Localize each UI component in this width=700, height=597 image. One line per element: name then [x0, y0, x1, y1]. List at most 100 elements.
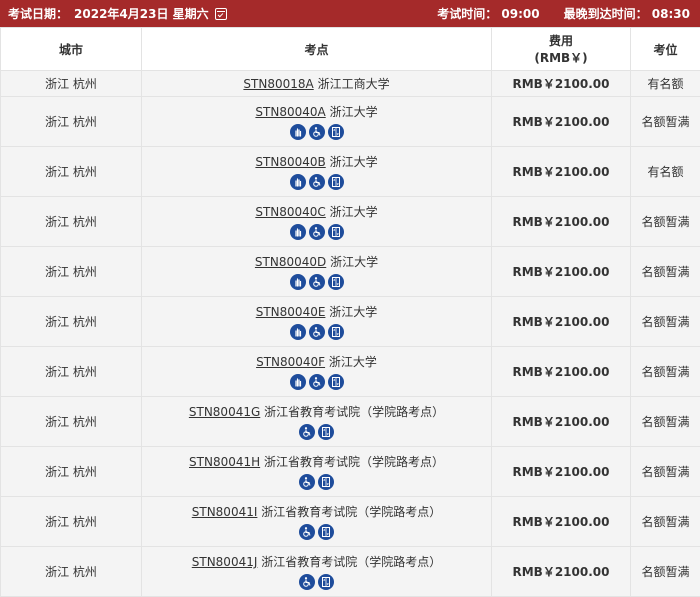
table-row: 浙江 杭州 STN80040E 浙江大学 RMB￥2100.00 名额暂满 [0, 296, 700, 347]
hand-icon[interactable] [289, 274, 306, 290]
wheelchair-icon[interactable] [299, 474, 315, 490]
exam-date-label: 考试日期： [8, 7, 69, 21]
elevator-icon[interactable] [327, 174, 344, 190]
table-row: 浙江 杭州 STN80040C 浙江大学 RMB￥2100.00 名额暂满 [0, 196, 700, 247]
wheelchair-icon[interactable] [308, 124, 325, 140]
facility-icons [142, 274, 491, 290]
fee-header-line2: (RMB￥) [534, 51, 588, 65]
seat-status: 名额暂满 [630, 446, 700, 497]
center-code-link[interactable]: STN80041G [189, 405, 260, 419]
center-code-link[interactable]: STN80040E [256, 305, 326, 319]
city-cell: 浙江 杭州 [0, 296, 142, 347]
center-cell: STN80040B 浙江大学 [141, 146, 492, 197]
center-code-link[interactable]: STN80040B [255, 155, 325, 169]
latest-arrival-label: 最晚到达时间： [563, 7, 648, 21]
elevator-icon[interactable] [318, 424, 334, 440]
fee-cell: RMB￥2100.00 [491, 296, 631, 347]
fee-cell: RMB￥2100.00 [491, 496, 631, 547]
seat-status: 有名额 [630, 146, 700, 197]
center-code-link[interactable]: STN80041H [189, 455, 260, 469]
exam-time-group: 考试时间： 09:00 最晚到达时间： 08:30 [437, 5, 690, 22]
center-code-link[interactable]: STN80040A [255, 105, 325, 119]
facility-icons [142, 374, 491, 390]
wheelchair-icon[interactable] [308, 374, 325, 390]
elevator-icon[interactable] [327, 374, 344, 390]
facility-icons [142, 224, 491, 240]
hand-icon[interactable] [289, 224, 306, 240]
elevator-icon[interactable] [327, 324, 344, 340]
table-row: 浙江 杭州 STN80041I 浙江省教育考试院（学院路考点） RMB￥2100.0… [0, 496, 700, 547]
latest-arrival-item: 最晚到达时间： 08:30 [564, 5, 690, 22]
seat-status: 名额暂满 [630, 196, 700, 247]
center-name: 浙江省教育考试院（学院路考点） [261, 555, 442, 569]
center-code-link[interactable]: STN80040F [256, 355, 325, 369]
exam-date-group: 考试日期： 2022年4月23日 星期六 [8, 5, 227, 22]
column-header-seats: 考位 [630, 27, 700, 71]
center-cell: STN80041H 浙江省教育考试院（学院路考点） [141, 446, 492, 497]
wheelchair-icon[interactable] [308, 274, 325, 290]
center-cell: STN80040A 浙江大学 [141, 96, 492, 147]
city-cell: 浙江 杭州 [0, 396, 142, 447]
wheelchair-icon[interactable] [299, 524, 315, 540]
elevator-icon[interactable] [318, 474, 334, 490]
fee-cell: RMB￥2100.00 [491, 446, 631, 497]
center-code-link[interactable]: STN80041J [192, 555, 258, 569]
wheelchair-icon[interactable] [308, 174, 325, 190]
wheelchair-icon[interactable] [308, 324, 325, 340]
facility-icons [142, 524, 491, 540]
elevator-icon[interactable] [318, 524, 334, 540]
wheelchair-icon[interactable] [308, 224, 325, 240]
city-cell: 浙江 杭州 [0, 146, 142, 197]
seat-status: 有名额 [630, 70, 700, 97]
center-cell: STN80040D 浙江大学 [141, 246, 492, 297]
seat-status: 名额暂满 [630, 96, 700, 147]
fee-cell: RMB￥2100.00 [491, 246, 631, 297]
fee-cell: RMB￥2100.00 [491, 196, 631, 247]
hand-icon[interactable] [289, 174, 306, 190]
column-header-fee: 费用 (RMB￥) [491, 27, 631, 71]
table-row: 浙江 杭州 STN80040D 浙江大学 RMB￥2100.00 名额暂满 [0, 246, 700, 297]
city-cell: 浙江 杭州 [0, 70, 142, 97]
center-code-link[interactable]: STN80041I [192, 505, 258, 519]
hand-icon[interactable] [289, 324, 306, 340]
table-row: 浙江 杭州 STN80040F 浙江大学 RMB￥2100.00 名额暂满 [0, 346, 700, 397]
center-name: 浙江省教育考试院（学院路考点） [261, 505, 442, 519]
table-header-row: 城市 考点 费用 (RMB￥) 考位 [0, 27, 700, 71]
exam-time: 09:00 [501, 7, 540, 21]
center-code-link[interactable]: STN80040D [255, 255, 326, 269]
center-cell: STN80041I 浙江省教育考试院（学院路考点） [141, 496, 492, 547]
test-center-table: 城市 考点 费用 (RMB￥) 考位 浙江 杭州 STN80018A 浙江工商大学… [0, 27, 700, 597]
exam-info-bar: 考试日期： 2022年4月23日 星期六 考试时间： 09:00 最晚到达时间：… [0, 0, 700, 27]
center-name: 浙江大学 [329, 105, 378, 119]
column-header-city: 城市 [0, 27, 142, 71]
facility-icons [142, 424, 491, 440]
elevator-icon[interactable] [327, 274, 344, 290]
wheelchair-icon[interactable] [299, 424, 315, 440]
elevator-icon[interactable] [327, 224, 344, 240]
calendar-icon[interactable] [214, 7, 227, 20]
wheelchair-icon[interactable] [299, 574, 315, 590]
center-name: 浙江大学 [330, 255, 379, 269]
fee-cell: RMB￥2100.00 [491, 546, 631, 597]
hand-icon[interactable] [289, 124, 306, 140]
table-row: 浙江 杭州 STN80041H 浙江省教育考试院（学院路考点） RMB￥2100.0… [0, 446, 700, 497]
seat-status: 名额暂满 [630, 296, 700, 347]
city-cell: 浙江 杭州 [0, 446, 142, 497]
hand-icon[interactable] [289, 374, 306, 390]
center-cell: STN80041G 浙江省教育考试院（学院路考点） [141, 396, 492, 447]
center-name: 浙江工商大学 [317, 77, 390, 91]
elevator-icon[interactable] [318, 574, 334, 590]
center-cell: STN80040F 浙江大学 [141, 346, 492, 397]
exam-date: 2022年4月23日 星期六 [74, 7, 209, 21]
center-name: 浙江大学 [329, 155, 378, 169]
center-name: 浙江省教育考试院（学院路考点） [264, 405, 445, 419]
seat-status: 名额暂满 [630, 496, 700, 547]
center-name: 浙江省教育考试院（学院路考点） [263, 455, 444, 469]
elevator-icon[interactable] [327, 124, 344, 140]
center-code-link[interactable]: STN80018A [243, 77, 313, 91]
center-code-link[interactable]: STN80040C [255, 205, 325, 219]
center-name: 浙江大学 [328, 355, 377, 369]
fee-cell: RMB￥2100.00 [491, 70, 631, 97]
table-row: 浙江 杭州 STN80041J 浙江省教育考试院（学院路考点） RMB￥2100.0… [0, 546, 700, 597]
exam-time-label: 考试时间： [437, 7, 498, 21]
